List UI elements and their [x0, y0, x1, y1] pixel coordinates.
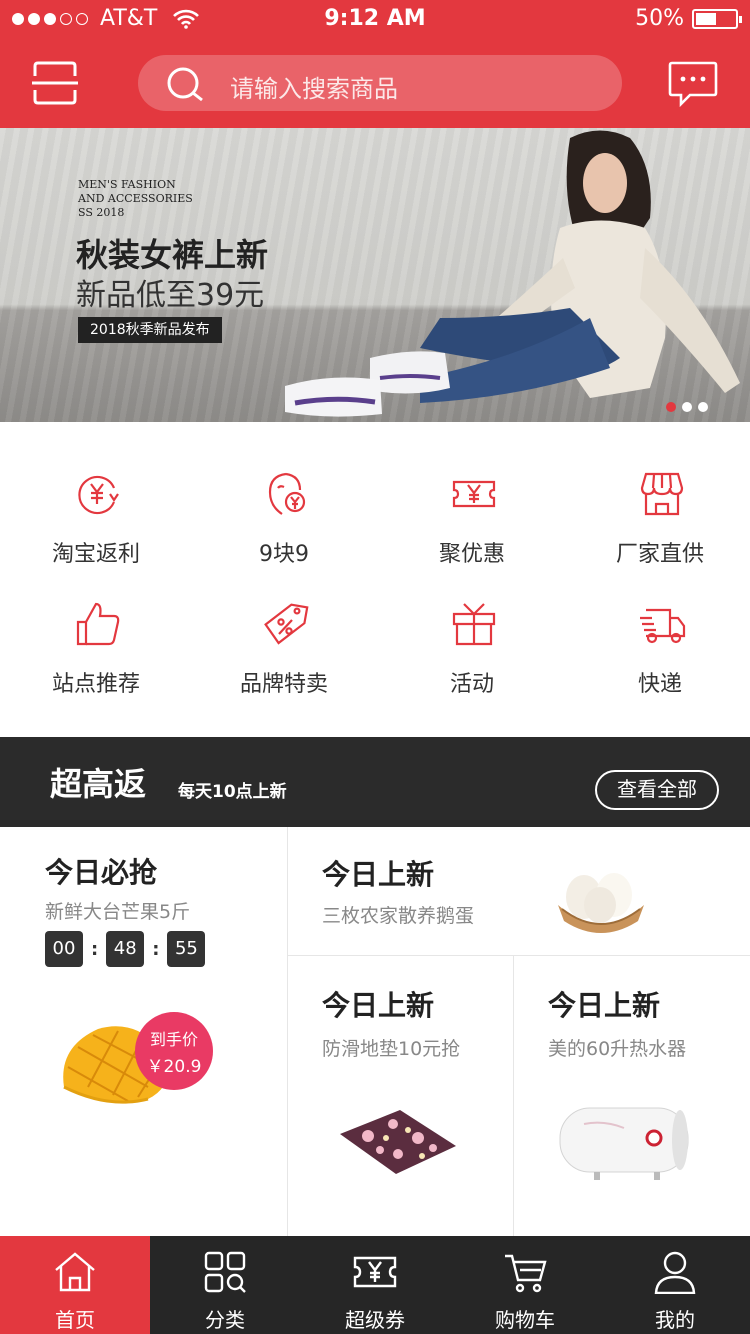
- tab-label: 首页: [55, 1308, 95, 1332]
- banner-subtitle: 新品低至39元: [76, 278, 265, 313]
- price-badge: 到手价 ￥20.9: [135, 1012, 213, 1090]
- category-label: 聚优惠: [438, 542, 505, 567]
- search-icon: [167, 67, 203, 102]
- section-title: 超高返: [50, 765, 147, 803]
- view-all-button[interactable]: 查看全部: [595, 770, 719, 810]
- category-label: 品牌特卖: [239, 672, 328, 697]
- home-icon: [55, 1252, 95, 1292]
- tab-label: 超级券: [345, 1308, 405, 1332]
- tab-category[interactable]: 分类: [150, 1236, 300, 1334]
- face-yen-icon: [268, 472, 306, 515]
- gift-icon: [452, 603, 496, 646]
- truck-icon: [640, 608, 686, 644]
- scan-icon[interactable]: [32, 60, 78, 106]
- category-item-events[interactable]: 活动: [378, 600, 566, 730]
- flash-sale-card[interactable]: 今日必抢 新鲜大台芒果5斤 00 : 48 : 55 到手价 ￥20.9: [0, 827, 288, 1236]
- floor-mat-image: [340, 1110, 456, 1174]
- category-icon: [204, 1251, 246, 1293]
- water-heater-image: [559, 1107, 689, 1180]
- card-desc: 新鲜大台芒果5斤: [45, 901, 191, 923]
- new-arrival-card[interactable]: 今日上新 美的60升热水器: [514, 956, 750, 1236]
- card-title: 今日上新: [322, 989, 435, 1022]
- category-label: 活动: [449, 672, 494, 697]
- tab-label: 分类: [205, 1308, 245, 1332]
- message-icon[interactable]: [668, 60, 718, 108]
- category-item-factory-direct[interactable]: 厂家直供: [566, 470, 750, 600]
- category-label: 淘宝返利: [51, 542, 140, 567]
- category-label: 9块9: [259, 542, 309, 567]
- section-subtitle: 每天10点上新: [178, 782, 287, 802]
- battery: 50%: [635, 6, 742, 31]
- category-label: 厂家直供: [615, 542, 704, 567]
- coupon-icon: [353, 1256, 397, 1288]
- new-arrival-card[interactable]: 今日上新 防滑地垫10元抢: [288, 956, 514, 1236]
- tab-cart[interactable]: 购物车: [450, 1236, 600, 1334]
- cart-icon: [505, 1254, 547, 1293]
- card-desc: 三枚农家散养鹅蛋: [322, 905, 475, 927]
- category-item-site-recommend[interactable]: 站点推荐: [2, 600, 190, 730]
- tab-super-coupon[interactable]: 超级券: [300, 1236, 450, 1334]
- banner-pager[interactable]: [666, 402, 708, 412]
- goose-eggs-image: [558, 873, 644, 933]
- category-item-deals[interactable]: 聚优惠: [378, 470, 566, 600]
- category-item-express[interactable]: 快递: [566, 600, 750, 730]
- status-bar: AT&T 9:12 AM 50%: [0, 0, 750, 40]
- price-value: ￥20.9: [146, 1057, 202, 1077]
- search-bar[interactable]: 请输入搜索商品: [138, 55, 622, 111]
- category-item-taobao-rebate[interactable]: 淘宝返利: [2, 470, 190, 600]
- user-icon: [654, 1251, 696, 1294]
- category-grid: 淘宝返利 9块9 聚优惠 厂家直供 站点推荐 品牌特卖 活动 快递: [0, 422, 750, 736]
- search-input[interactable]: 请输入搜索商品: [230, 69, 398, 104]
- tab-label: 我的: [655, 1308, 695, 1332]
- banner-tag: 2018秋季新品发布: [78, 317, 222, 343]
- card-title: 今日上新: [548, 989, 661, 1022]
- discount-tag-icon: [264, 603, 309, 645]
- tab-label: 购物车: [495, 1308, 555, 1332]
- thumbs-up-icon: [76, 602, 120, 646]
- tab-bar: 首页 分类 超级券 购物车 我的: [0, 1236, 750, 1334]
- section-header: 超高返 每天10点上新 查看全部: [0, 737, 750, 827]
- tab-profile[interactable]: 我的: [600, 1236, 750, 1334]
- ticket-yen-icon: [452, 480, 496, 508]
- price-label: 到手价: [149, 1030, 198, 1049]
- card-title: 今日必抢: [45, 856, 158, 889]
- battery-icon: [692, 8, 742, 29]
- battery-percent: 50%: [635, 6, 684, 31]
- new-arrival-card[interactable]: 今日上新 三枚农家散养鹅蛋: [288, 827, 750, 956]
- countdown-timer: 00 : 48 : 55: [45, 931, 206, 967]
- store-icon: [640, 472, 684, 516]
- category-item-9-9[interactable]: 9块9: [190, 470, 378, 600]
- category-item-brand-sale[interactable]: 品牌特卖: [190, 600, 378, 730]
- promo-banner[interactable]: MEN'S FASHION AND ACCESSORIES SS 2018 秋装…: [0, 128, 750, 422]
- banner-english-text: MEN'S FASHION AND ACCESSORIES SS 2018: [78, 178, 193, 219]
- countdown-hours: 00: [45, 931, 83, 967]
- card-desc: 美的60升热水器: [548, 1038, 687, 1060]
- app-header: AT&T 9:12 AM 50% 请输入搜索商品: [0, 0, 750, 128]
- countdown-minutes: 48: [106, 931, 145, 967]
- product-cards: 今日必抢 新鲜大台芒果5斤 00 : 48 : 55 到手价 ￥20.9 今日上…: [0, 827, 750, 1236]
- countdown-seconds: 55: [167, 931, 206, 967]
- yen-cycle-icon: [78, 475, 119, 515]
- card-title: 今日上新: [322, 858, 435, 891]
- banner-model-image: [285, 130, 740, 417]
- tab-home[interactable]: 首页: [0, 1236, 150, 1334]
- category-label: 站点推荐: [51, 672, 140, 697]
- category-label: 快递: [637, 672, 682, 697]
- card-desc: 防滑地垫10元抢: [322, 1038, 461, 1060]
